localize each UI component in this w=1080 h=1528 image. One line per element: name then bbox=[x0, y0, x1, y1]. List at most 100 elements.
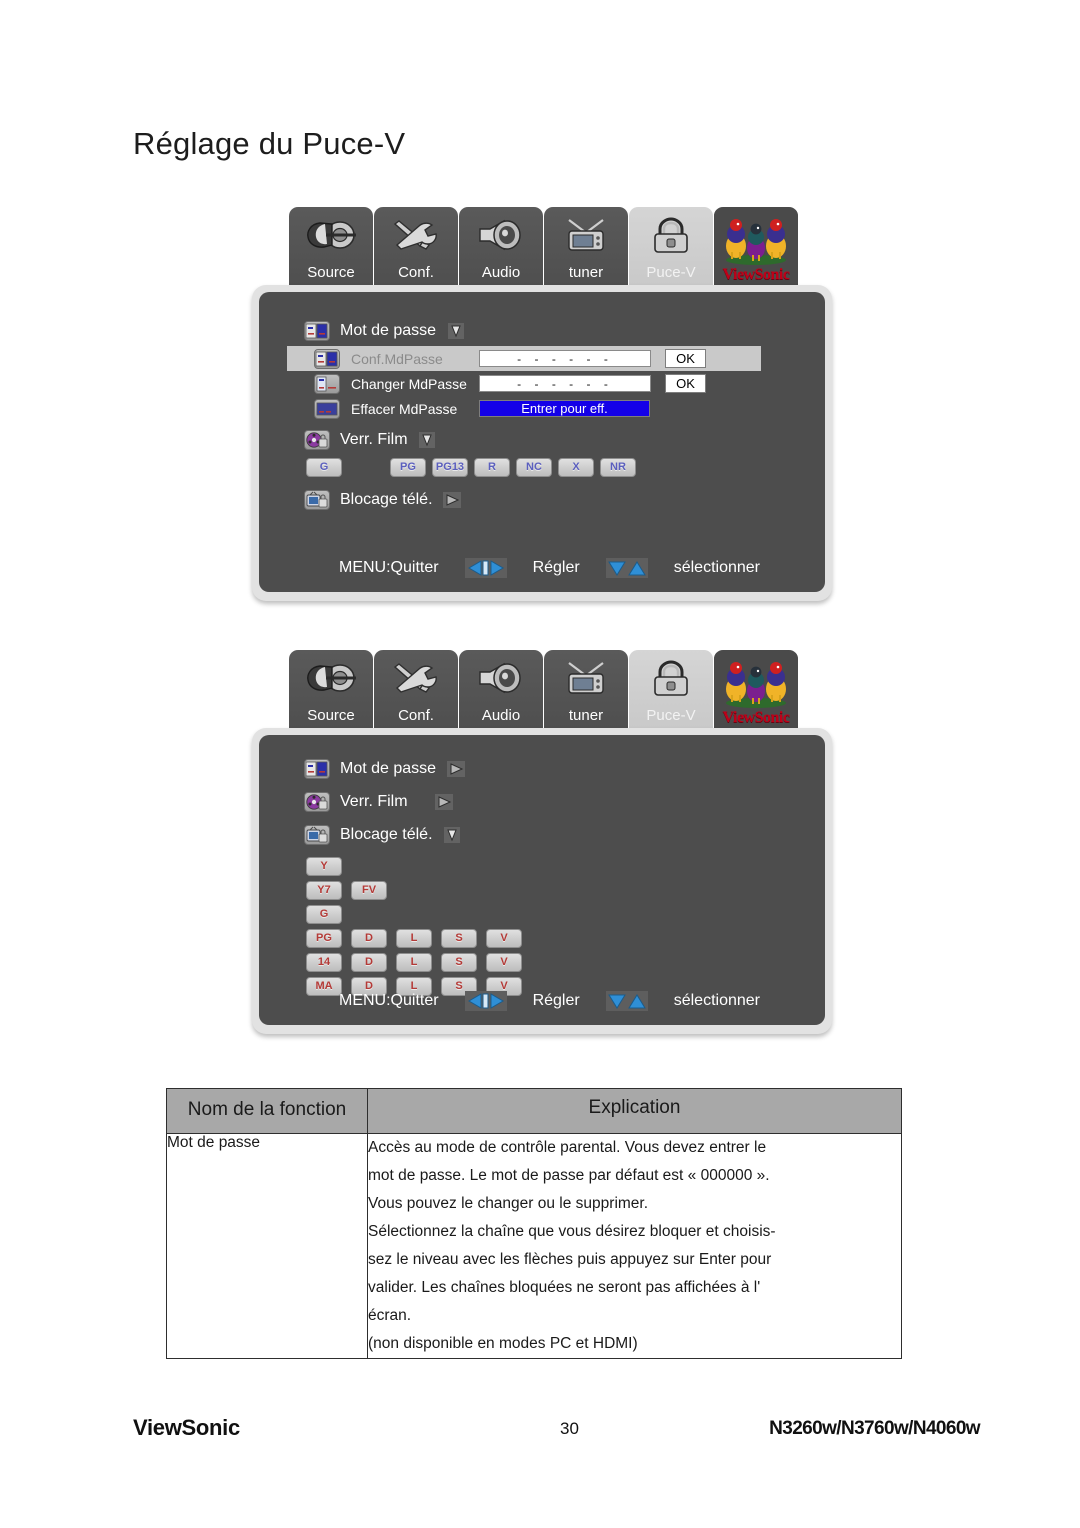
adjust-label: Régler bbox=[532, 559, 580, 576]
osd-row-verr-film[interactable]: Verr. Film bbox=[259, 425, 825, 455]
rating-chip[interactable]: V bbox=[486, 952, 522, 972]
rating-chip[interactable]: G bbox=[306, 457, 342, 477]
rating-chip[interactable]: D bbox=[351, 952, 387, 972]
osd-tab-tuner[interactable]: tuner bbox=[544, 650, 628, 728]
osd-tab-conf[interactable]: Conf. bbox=[374, 650, 458, 728]
rating-chip[interactable]: 14 bbox=[306, 952, 342, 972]
footer-model-numbers: N3260w/N3760w/N4060w bbox=[769, 1418, 980, 1439]
osd-row-blocage-tele[interactable]: Blocage télé. bbox=[259, 485, 825, 515]
column-header-explanation: Explication bbox=[367, 1088, 902, 1134]
tv-rating-row: 14 D L S V bbox=[306, 950, 825, 974]
erase-password-bar[interactable]: Entrer pour eff. bbox=[479, 400, 650, 417]
osd-row-verr-film[interactable]: Verr. Film bbox=[259, 787, 825, 817]
osd-panel-tv-lock: Mot de passe Verr. Film Blocage télé. Y … bbox=[252, 728, 832, 1034]
tv-antenna-icon bbox=[544, 650, 628, 706]
osd-tab-audio[interactable]: Audio bbox=[459, 207, 543, 285]
rating-chip[interactable]: L bbox=[396, 952, 432, 972]
rating-chip[interactable]: NR bbox=[600, 457, 636, 477]
viewsonic-wordmark: ViewSonic bbox=[722, 709, 790, 726]
osd-tab-viewsonic-logo: ViewSonic bbox=[714, 207, 798, 285]
osd-subrow-changer-mdpasse[interactable]: Changer MdPasse - - - - - - OK bbox=[287, 371, 761, 396]
rating-chip[interactable]: L bbox=[396, 928, 432, 948]
osd-tab-source[interactable]: Source bbox=[289, 207, 373, 285]
osd-screenshot-tv-lock: Source Conf. Audio tuner Puce-V ViewSoni… bbox=[252, 648, 832, 1034]
tv-rating-row: Y7 FV bbox=[306, 878, 825, 902]
left-right-arrows-icon bbox=[464, 558, 507, 578]
rating-chip[interactable]: X bbox=[558, 457, 594, 477]
osd-tab-audio[interactable]: Audio bbox=[459, 650, 543, 728]
explanation-line: sez le niveau avec les flèches puis appu… bbox=[368, 1251, 772, 1268]
menu-exit-label: MENU:Quitter bbox=[339, 559, 439, 576]
plug-icon bbox=[289, 650, 373, 706]
film-reel-icon bbox=[304, 430, 330, 450]
ok-button[interactable]: OK bbox=[665, 374, 706, 393]
tv-rating-row: Y bbox=[306, 854, 825, 878]
osd-footer-1: MENU:Quitter Régler sélectionner bbox=[259, 558, 825, 578]
osd-tab-puce-v[interactable]: Puce-V bbox=[629, 650, 713, 728]
rating-chip[interactable]: NC bbox=[516, 457, 552, 477]
rating-chip[interactable]: PG bbox=[306, 928, 342, 948]
chevron-right-icon bbox=[446, 760, 465, 779]
chevron-down-icon bbox=[443, 826, 462, 845]
explanation-line: valider. Les chaînes bloquées ne seront … bbox=[368, 1279, 761, 1296]
tv-lock-icon bbox=[304, 490, 330, 510]
select-label: sélectionner bbox=[673, 559, 760, 576]
tv-lock-icon bbox=[304, 825, 330, 845]
page-title: Réglage du Puce-V bbox=[133, 126, 406, 161]
footer-page-number: 30 bbox=[560, 1419, 579, 1438]
osd-row-label: Verr. Film bbox=[340, 793, 408, 810]
osd-tabbar: Source Conf. Audio tuner Puce-V ViewSoni… bbox=[252, 648, 832, 728]
rating-chip[interactable]: D bbox=[351, 928, 387, 948]
tv-rating-grid: Y Y7 FV G PG D L S V 14 D L S V MA D L S… bbox=[259, 850, 825, 998]
erase-password-icon bbox=[314, 398, 340, 419]
tv-rating-row: PG D L S V bbox=[306, 926, 825, 950]
tv-antenna-icon bbox=[544, 207, 628, 263]
film-reel-icon bbox=[304, 792, 330, 812]
osd-tab-source[interactable]: Source bbox=[289, 650, 373, 728]
osd-row-mot-de-passe[interactable]: Mot de passe bbox=[259, 754, 825, 784]
osd-tab-tuner[interactable]: tuner bbox=[544, 207, 628, 285]
osd-tab-conf[interactable]: Conf. bbox=[374, 207, 458, 285]
rating-chip[interactable]: PG bbox=[390, 457, 426, 477]
osd-tab-puce-v[interactable]: Puce-V bbox=[629, 207, 713, 285]
password-field[interactable]: - - - - - - bbox=[479, 375, 651, 392]
up-down-arrows-icon bbox=[605, 991, 648, 1011]
osd-tab-label: tuner bbox=[568, 264, 604, 281]
select-label: sélectionner bbox=[673, 992, 760, 1009]
cell-explanation: Accès au mode de contrôle parental. Vous… bbox=[367, 1133, 902, 1359]
osd-tab-label: Source bbox=[307, 264, 355, 281]
rating-chip[interactable]: G bbox=[306, 904, 342, 924]
rating-chip[interactable]: R bbox=[474, 457, 510, 477]
osd-tab-label: Puce-V bbox=[646, 707, 696, 724]
explanation-line: Sélectionnez la chaîne que vous désirez … bbox=[368, 1223, 776, 1240]
password-book-icon bbox=[304, 321, 330, 341]
osd-row-blocage-tele[interactable]: Blocage télé. bbox=[259, 820, 825, 850]
rating-chip[interactable]: PG13 bbox=[432, 457, 468, 477]
plug-icon bbox=[289, 207, 373, 263]
rating-chip[interactable]: V bbox=[486, 928, 522, 948]
table-header-row: Nom de la fonction Explication bbox=[166, 1088, 902, 1134]
chevron-right-icon bbox=[443, 491, 462, 510]
osd-subrow-label: Changer MdPasse bbox=[351, 375, 467, 392]
osd-subrow-conf-mdpasse[interactable]: Conf.MdPasse - - - - - - OK bbox=[287, 346, 761, 371]
password-field[interactable]: - - - - - - bbox=[479, 350, 651, 367]
rating-chip[interactable]: S bbox=[441, 928, 477, 948]
padlock-icon bbox=[629, 650, 713, 706]
osd-tab-label: Audio bbox=[481, 264, 521, 281]
password-book-icon bbox=[314, 348, 340, 369]
explanation-line: (non disponible en modes PC et HDMI) bbox=[368, 1335, 638, 1352]
osd-panel-password: Mot de passe Conf.MdPasse - - - - - - OK… bbox=[252, 285, 832, 601]
rating-chip[interactable]: Y7 bbox=[306, 880, 342, 900]
rating-chip[interactable]: S bbox=[441, 952, 477, 972]
adjust-label: Régler bbox=[532, 992, 580, 1009]
up-down-arrows-icon bbox=[605, 558, 648, 578]
menu-exit-label: MENU:Quitter bbox=[339, 992, 439, 1009]
ok-button[interactable]: OK bbox=[665, 349, 706, 368]
viewsonic-wordmark: ViewSonic bbox=[722, 266, 790, 283]
rating-chip[interactable]: FV bbox=[351, 880, 387, 900]
chip-spacer bbox=[348, 458, 384, 477]
osd-row-label: Blocage télé. bbox=[340, 491, 433, 508]
osd-subrow-effacer-mdpasse[interactable]: Effacer MdPasse Entrer pour eff. bbox=[287, 396, 761, 421]
rating-chip[interactable]: Y bbox=[306, 856, 342, 876]
osd-row-mot-de-passe[interactable]: Mot de passe bbox=[259, 316, 825, 346]
